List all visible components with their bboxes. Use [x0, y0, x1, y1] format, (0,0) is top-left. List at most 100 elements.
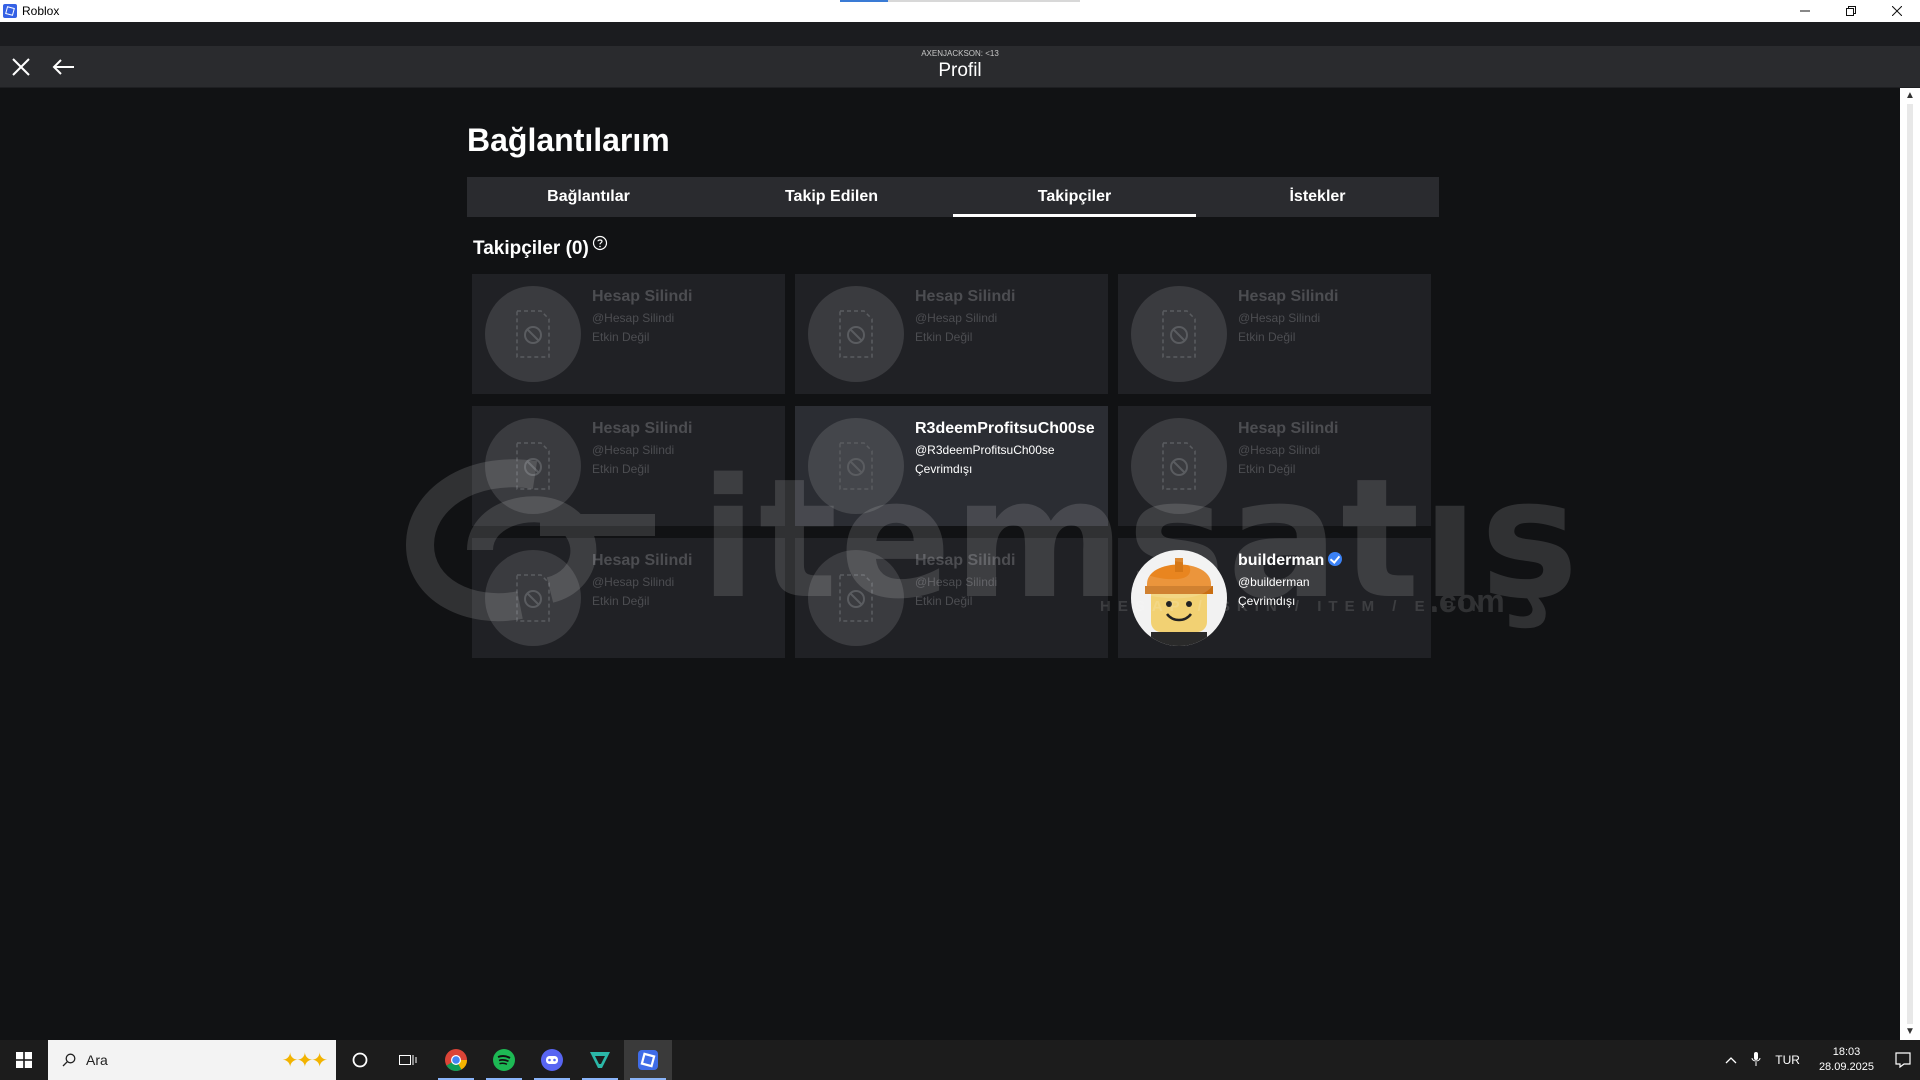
- blocked-avatar-icon: [1162, 310, 1196, 358]
- discord-icon: [541, 1049, 563, 1071]
- blocked-avatar-icon: [516, 442, 550, 490]
- language-indicator[interactable]: TUR: [1768, 1053, 1807, 1067]
- tab-requests[interactable]: İstekler: [1196, 177, 1439, 217]
- follower-username: @Hesap Silindi: [1238, 443, 1321, 457]
- avatar[interactable]: [1131, 418, 1227, 514]
- avatar[interactable]: [1131, 286, 1227, 382]
- follower-card[interactable]: Hesap Silindi @Hesap Silindi Etkin Değil: [795, 274, 1108, 394]
- spotify-icon: [493, 1049, 515, 1071]
- follower-name-text: Hesap Silindi: [1238, 288, 1339, 305]
- follower-username: @Hesap Silindi: [592, 443, 675, 457]
- follower-card[interactable]: Hesap Silindi @Hesap Silindi Etkin Değil: [1118, 274, 1431, 394]
- follower-display-name[interactable]: Hesap Silindi: [592, 420, 692, 438]
- follower-card[interactable]: Hesap Silindi @Hesap Silindi Etkin Değil: [795, 538, 1108, 658]
- follower-display-name[interactable]: Hesap Silindi: [1238, 420, 1338, 438]
- cortana-circle-icon: [352, 1052, 368, 1068]
- avatar[interactable]: [485, 286, 581, 382]
- follower-status: Etkin Değil: [915, 594, 973, 608]
- tab-followers[interactable]: Takipçiler: [953, 177, 1196, 217]
- blocked-avatar-icon: [1162, 442, 1196, 490]
- taskbar-spotify[interactable]: [480, 1040, 528, 1080]
- chevron-up-icon: [1725, 1057, 1737, 1064]
- microphone-button[interactable]: [1744, 1051, 1768, 1069]
- search-icon: [62, 1053, 76, 1067]
- scroll-down-arrow-icon[interactable]: ▼: [1904, 1026, 1916, 1038]
- follower-username: @Hesap Silindi: [592, 311, 675, 325]
- taskbar-vpn[interactable]: [576, 1040, 624, 1080]
- header-title: Profil: [938, 60, 982, 81]
- blocked-avatar-icon: [516, 574, 550, 622]
- taskbar-clock[interactable]: 18:03 28.09.2025: [1807, 1045, 1886, 1075]
- search-placeholder: Ara: [86, 1052, 108, 1068]
- follower-username: @Hesap Silindi: [1238, 311, 1321, 325]
- close-icon: [1892, 6, 1902, 16]
- follower-name-text: R3deemProfitsuCh00se: [915, 420, 1095, 437]
- vertical-scrollbar[interactable]: ▲ ▼: [1900, 88, 1920, 1040]
- follower-status: Etkin Değil: [1238, 462, 1296, 476]
- taskbar-search-box[interactable]: Ara ✦✦✦: [48, 1040, 336, 1080]
- titlebar-accent-secondary: [888, 0, 1080, 2]
- profile-header: AXENJACKSON: <13 Profil: [0, 46, 1920, 88]
- avatar[interactable]: [808, 550, 904, 646]
- follower-display-name[interactable]: R3deemProfitsuCh00se: [915, 420, 1095, 438]
- avatar[interactable]: [808, 418, 904, 514]
- follower-card[interactable]: Hesap Silindi @Hesap Silindi Etkin Değil: [472, 274, 785, 394]
- blocked-avatar-icon: [839, 310, 873, 358]
- minimize-button[interactable]: [1782, 0, 1828, 22]
- follower-card[interactable]: R3deemProfitsuCh00se @R3deemProfitsuCh00s…: [795, 406, 1108, 526]
- verified-badge-icon: [1328, 552, 1343, 566]
- restore-button[interactable]: [1828, 0, 1874, 22]
- follower-card[interactable]: Hesap Silindi @Hesap Silindi Etkin Değil: [1118, 406, 1431, 526]
- avatar[interactable]: [485, 418, 581, 514]
- follower-username: @builderman: [1238, 575, 1310, 589]
- follower-name-text: builderman: [1238, 552, 1325, 569]
- follower-card[interactable]: Hesap Silindi @Hesap Silindi Etkin Değil: [472, 406, 785, 526]
- connections-tabs: Bağlantılar Takip Edilen Takipçiler İste…: [467, 177, 1439, 217]
- blocked-avatar-icon: [839, 574, 873, 622]
- window-controls: [1782, 0, 1920, 22]
- vpn-icon: [590, 1052, 610, 1068]
- follower-display-name[interactable]: Hesap Silindi: [915, 552, 1015, 570]
- follower-display-name[interactable]: Hesap Silindi: [915, 288, 1015, 306]
- taskbar-roblox[interactable]: [624, 1040, 672, 1080]
- avatar[interactable]: [808, 286, 904, 382]
- follower-card[interactable]: Hesap Silindi @Hesap Silindi Etkin Değil: [472, 538, 785, 658]
- system-tray: TUR 18:03 28.09.2025: [1718, 1040, 1920, 1080]
- notification-icon: [1895, 1052, 1911, 1068]
- follower-name-text: Hesap Silindi: [915, 288, 1016, 305]
- windows-logo-icon: [16, 1052, 32, 1068]
- avatar[interactable]: [485, 550, 581, 646]
- follower-card[interactable]: builderman @builderman Çevrimdışı: [1118, 538, 1431, 658]
- scroll-up-arrow-icon[interactable]: ▲: [1904, 90, 1916, 102]
- app-top-strip: [0, 22, 1920, 46]
- close-window-button[interactable]: [1874, 0, 1920, 22]
- windows-taskbar: Ara ✦✦✦ TUR 18:03 28.09.2025: [0, 1040, 1920, 1080]
- follower-display-name[interactable]: Hesap Silindi: [1238, 288, 1338, 306]
- help-icon[interactable]: [592, 235, 608, 251]
- follower-name-text: Hesap Silindi: [592, 420, 693, 437]
- follower-display-name[interactable]: Hesap Silindi: [592, 288, 692, 306]
- tab-following[interactable]: Takip Edilen: [710, 177, 953, 217]
- follower-username: @Hesap Silindi: [592, 575, 675, 589]
- follower-display-name[interactable]: builderman: [1238, 552, 1343, 570]
- follower-status: Etkin Değil: [592, 330, 650, 344]
- page-title: Bağlantılarım: [467, 122, 670, 158]
- follower-display-name[interactable]: Hesap Silindi: [592, 552, 692, 570]
- minimize-icon: [1800, 10, 1810, 12]
- taskbar-discord[interactable]: [528, 1040, 576, 1080]
- follower-username: @Hesap Silindi: [915, 311, 998, 325]
- tray-expand-button[interactable]: [1718, 1053, 1744, 1067]
- notification-button[interactable]: [1886, 1040, 1920, 1080]
- tab-connections[interactable]: Bağlantılar: [467, 177, 710, 217]
- task-view-button[interactable]: [384, 1040, 432, 1080]
- cortana-button[interactable]: [336, 1040, 384, 1080]
- taskbar-chrome[interactable]: [432, 1040, 480, 1080]
- start-button[interactable]: [0, 1040, 48, 1080]
- follower-status: Etkin Değil: [592, 594, 650, 608]
- avatar[interactable]: [1131, 550, 1227, 646]
- follower-status: Etkin Değil: [592, 462, 650, 476]
- blocked-avatar-icon: [516, 310, 550, 358]
- follower-status: Çevrimdışı: [1238, 594, 1296, 608]
- clock-time: 18:03: [1832, 1046, 1861, 1058]
- scroll-track[interactable]: [1907, 104, 1913, 1024]
